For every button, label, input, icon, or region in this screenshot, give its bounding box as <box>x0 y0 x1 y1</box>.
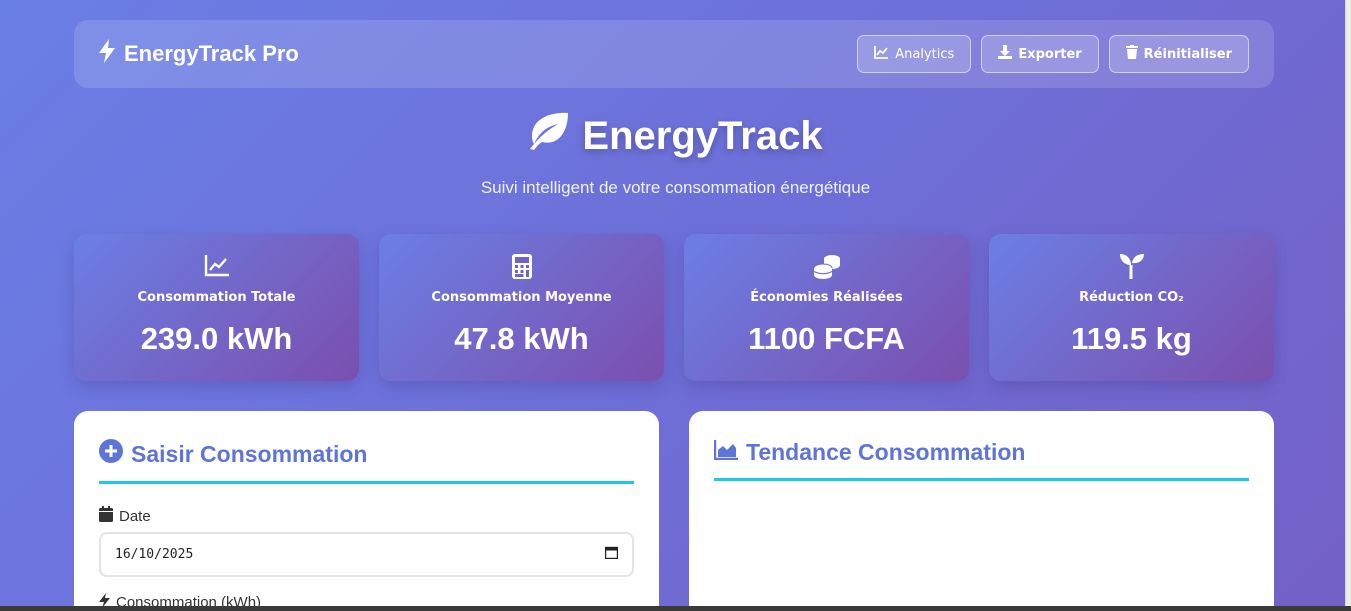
plus-circle-icon <box>99 439 123 469</box>
seedling-icon <box>989 252 1274 280</box>
analytics-label: Analytics <box>895 46 955 62</box>
leaf-icon <box>528 112 570 160</box>
brand-name: EnergyTrack Pro <box>124 41 299 66</box>
reset-label: Réinitialiser <box>1143 46 1232 62</box>
stats-row: Consommation Totale 239.0 kWh Consommati… <box>74 234 1274 381</box>
date-label: Date <box>99 506 634 526</box>
hero-title-text: EnergyTrack <box>582 113 823 158</box>
calendar-picker-icon[interactable] <box>604 546 619 563</box>
stat-label: Économies Réalisées <box>750 290 903 305</box>
hero-subtitle: Suivi intelligent de votre consommation … <box>480 178 871 197</box>
trash-icon <box>1125 45 1138 63</box>
consumption-form-panel: Saisir Consommation Date 16/10/2025 Cons… <box>74 411 659 611</box>
analytics-button[interactable]: Analytics <box>857 35 972 73</box>
panel-title: Tendance Consommation <box>713 439 1249 481</box>
nav-buttons: Analytics Exporter Réinitialiser <box>857 35 1249 73</box>
scrollbar-track[interactable] <box>1345 0 1351 611</box>
calculator-icon <box>379 252 664 280</box>
download-icon <box>998 45 1013 63</box>
coins-icon <box>684 252 969 280</box>
chart-area-icon <box>713 439 738 466</box>
hero-title: EnergyTrack <box>528 112 823 160</box>
bolt-icon <box>98 39 124 69</box>
hero: EnergyTrack Suivi intelligent de votre c… <box>0 112 1351 198</box>
panel-title-text: Tendance Consommation <box>746 439 1026 465</box>
brand[interactable]: EnergyTrack Pro <box>98 39 299 69</box>
stat-value: 239.0 kWh <box>140 321 293 356</box>
stat-card-savings: Économies Réalisées 1100 FCFA <box>684 234 969 381</box>
panel-title: Saisir Consommation <box>99 439 634 484</box>
stat-card-co2: Réduction CO₂ 119.5 kg <box>989 234 1274 381</box>
chart-line-icon <box>74 252 359 280</box>
stat-label: Consommation Totale <box>137 290 296 305</box>
stat-label: Consommation Moyenne <box>431 290 612 305</box>
taskbar-edge <box>0 606 1351 611</box>
trend-chart-area <box>714 481 1249 601</box>
stat-card-total: Consommation Totale 239.0 kWh <box>74 234 359 381</box>
date-label-text: Date <box>119 507 151 525</box>
date-input[interactable]: 16/10/2025 <box>99 532 634 577</box>
stat-value: 119.5 kg <box>1071 321 1192 356</box>
stat-label: Réduction CO₂ <box>1079 290 1184 305</box>
stat-value: 47.8 kWh <box>454 321 589 356</box>
date-value: 16/10/2025 <box>115 547 194 562</box>
top-navbar: EnergyTrack Pro Analytics Exporter Réini… <box>74 20 1274 88</box>
export-button[interactable]: Exporter <box>981 35 1099 73</box>
stat-value: 1100 FCFA <box>748 321 905 356</box>
chart-line-icon <box>874 45 889 63</box>
calendar-icon <box>99 506 113 526</box>
panel-title-text: Saisir Consommation <box>131 440 368 467</box>
export-label: Exporter <box>1018 46 1082 62</box>
reset-button[interactable]: Réinitialiser <box>1108 35 1249 73</box>
trend-panel: Tendance Consommation <box>689 411 1274 611</box>
stat-card-average: Consommation Moyenne 47.8 kWh <box>379 234 664 381</box>
